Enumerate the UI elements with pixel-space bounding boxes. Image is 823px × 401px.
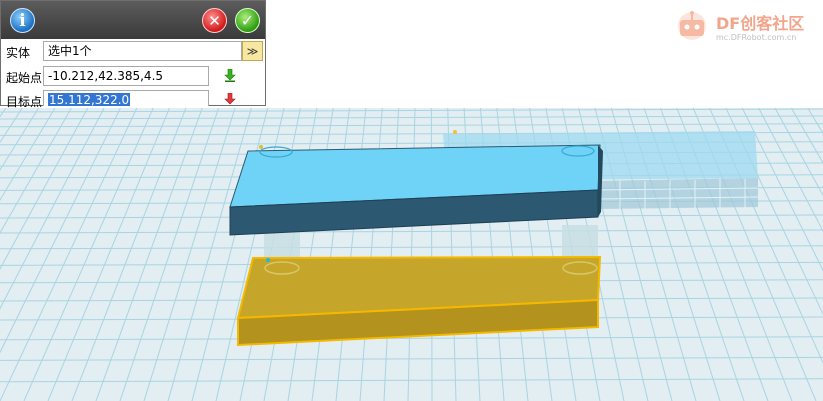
pick-target-point-icon[interactable] (223, 92, 237, 106)
move-dialog: i ✕ ✓ 实体 选中1个 ≫ 起始点 -10.212,42.385,4.5 目… (0, 0, 266, 109)
dfrobot-watermark: DF创客社区 mc.DFRobot.com.cn (672, 6, 822, 50)
watermark-subtitle: mc.DFRobot.com.cn (716, 33, 797, 42)
target-point-selected-text: 15.112,322.0 (48, 93, 131, 106)
target-point-row: 目标点 15.112,322.0 (1, 90, 265, 112)
start-point-label: 起始点 (6, 71, 43, 85)
confirm-button[interactable]: ✓ (235, 8, 260, 33)
dialog-header: i ✕ ✓ (1, 1, 265, 39)
target-point-input[interactable]: 15.112,322.0 (43, 90, 209, 106)
start-point-row: 起始点 -10.212,42.385,4.5 (1, 66, 265, 88)
info-icon[interactable]: i (10, 8, 35, 33)
entity-dropdown-button[interactable]: ≫ (242, 41, 263, 61)
start-point-input[interactable]: -10.212,42.385,4.5 (43, 66, 209, 86)
watermark-title: DF创客社区 (716, 14, 805, 33)
entity-label: 实体 (6, 46, 31, 60)
target-point-label: 目标点 (6, 95, 43, 109)
entity-row: 实体 选中1个 ≫ (1, 41, 265, 63)
pick-start-point-icon[interactable] (223, 68, 237, 82)
robot-logo-icon (678, 11, 706, 40)
cancel-button[interactable]: ✕ (202, 8, 227, 33)
entity-select[interactable]: 选中1个 (43, 41, 242, 61)
